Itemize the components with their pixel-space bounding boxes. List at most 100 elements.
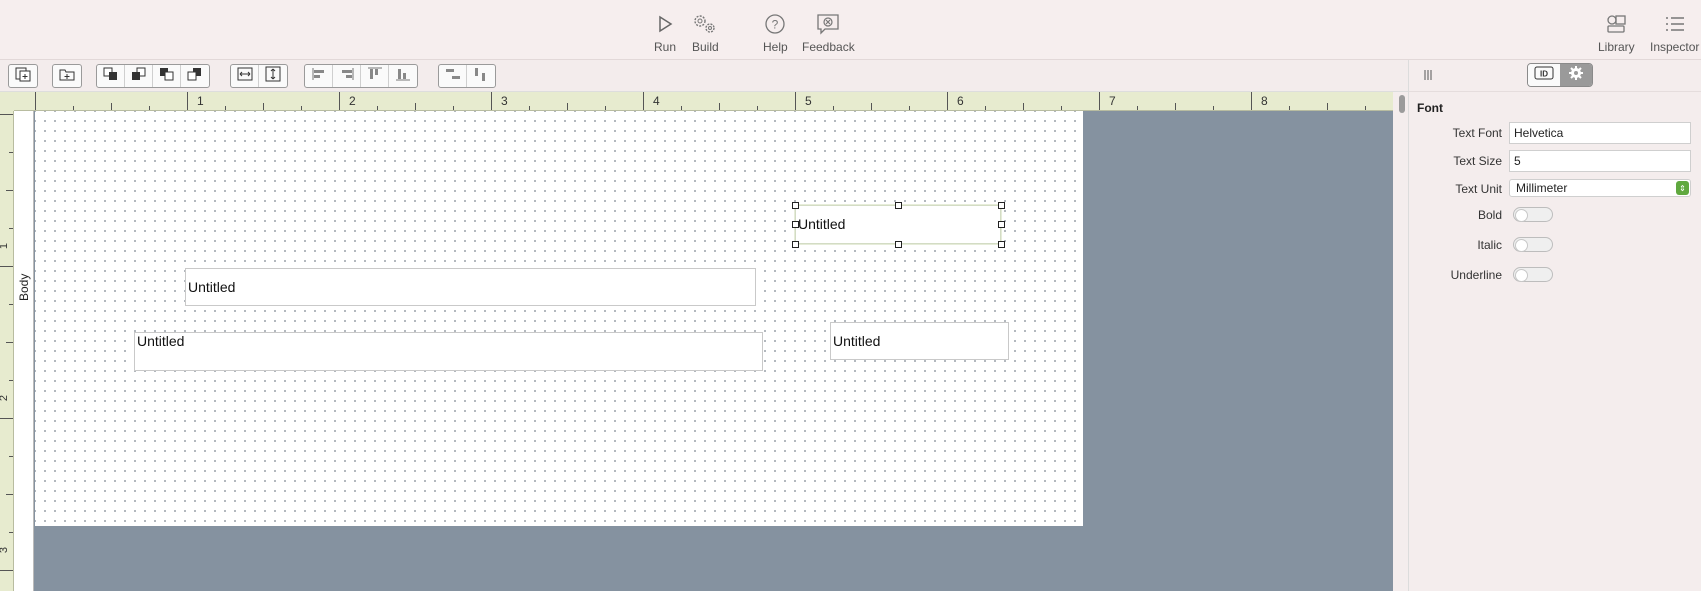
resize-handle[interactable] (792, 202, 799, 209)
ruler-tick (187, 92, 188, 110)
gear-icon (1568, 65, 1584, 86)
ruler-number: 5 (805, 94, 812, 108)
tab-identity[interactable]: ID (1528, 64, 1560, 86)
vertical-scrollbar[interactable] (1399, 95, 1405, 113)
text-size-field[interactable]: 5 (1509, 150, 1691, 172)
text-font-field[interactable]: Helvetica (1509, 122, 1691, 144)
italic-label: Italic (1477, 238, 1502, 252)
resize-handle[interactable] (792, 221, 799, 228)
inspector-header: ID (1409, 60, 1701, 92)
vertical-ruler: 1 2 3 (0, 111, 14, 591)
inspector-button[interactable]: Inspector (1650, 10, 1699, 54)
ruler-tick (947, 92, 948, 110)
send-backward-icon (158, 66, 176, 87)
ruler-tick (491, 92, 492, 110)
distribute-horizontal-icon (444, 66, 462, 87)
ruler-tick (111, 103, 112, 110)
chevron-updown-icon: ⇕ (1676, 181, 1689, 195)
ruler-tick (1023, 103, 1024, 110)
text-font-label: Text Font (1452, 126, 1502, 140)
bold-row: Bold (1409, 204, 1701, 226)
send-to-back-icon (186, 66, 204, 87)
new-layout-button[interactable] (9, 65, 37, 87)
library-button[interactable]: Library (1598, 10, 1635, 54)
main-toolbar: Run Build ? Help Feedback Library Inspec… (0, 0, 1701, 60)
align-bottom-button[interactable] (389, 65, 417, 87)
ruler-tick (377, 106, 378, 110)
ruler-tick (149, 106, 150, 110)
ruler-tick (9, 304, 13, 305)
underline-toggle[interactable] (1513, 267, 1553, 282)
resize-handle[interactable] (895, 241, 902, 248)
resize-handle[interactable] (792, 241, 799, 248)
new-folder-button[interactable] (53, 65, 81, 87)
font-section-title: Font (1417, 101, 1443, 115)
ruler-number: 1 (0, 243, 10, 249)
body-band[interactable]: Body (14, 111, 34, 591)
ruler-number: 3 (501, 94, 508, 108)
distribute-horizontal-button[interactable] (439, 65, 467, 87)
layout-canvas[interactable]: 1 2 3 4 5 6 7 8 1 2 3 Body Untitled Untitled Unti… (0, 92, 1393, 591)
underline-row: Underline (1409, 264, 1701, 286)
ruler-tick (757, 106, 758, 110)
build-button[interactable]: Build (692, 10, 719, 54)
svg-text:?: ? (772, 18, 779, 32)
distribute-group (438, 64, 496, 88)
text-unit-label: Text Unit (1455, 182, 1502, 196)
bring-forward-button[interactable] (125, 65, 153, 87)
align-bottom-icon (394, 66, 412, 87)
layout-page[interactable]: Untitled Untitled Untitled Untitled (35, 111, 1083, 526)
distribute-vertical-button[interactable] (467, 65, 495, 87)
text-unit-value: Millimeter (1516, 181, 1568, 195)
sidebar-toggle-icon[interactable] (1423, 68, 1435, 87)
inspector-panel: ID Font Text Font Helvetica Text Size 5 … (1408, 60, 1701, 591)
same-height-button[interactable] (259, 65, 287, 87)
align-top-button[interactable] (361, 65, 389, 87)
run-button[interactable]: Run (654, 10, 676, 54)
play-icon (656, 10, 674, 38)
distribute-vertical-icon (472, 66, 490, 87)
ruler-number: 7 (1109, 94, 1116, 108)
ruler-tick (1289, 106, 1290, 110)
text-field-label: Untitled (188, 279, 236, 295)
ruler-tick (9, 380, 13, 381)
italic-toggle[interactable] (1513, 237, 1553, 252)
text-field[interactable]: Untitled (185, 268, 756, 306)
resize-handle[interactable] (998, 202, 1005, 209)
ruler-tick (225, 106, 226, 110)
body-band-label: Body (17, 273, 31, 301)
resize-handle[interactable] (998, 221, 1005, 228)
align-left-button[interactable] (305, 65, 333, 87)
tab-attributes[interactable] (1560, 64, 1592, 86)
run-label: Run (654, 40, 677, 54)
inspector-tabs: ID (1527, 63, 1593, 87)
underline-label: Underline (1450, 268, 1502, 282)
ruler-tick (6, 494, 13, 495)
text-field-selected[interactable]: Untitled (795, 205, 1001, 244)
align-right-button[interactable] (333, 65, 361, 87)
help-button[interactable]: ? Help (763, 10, 788, 54)
ruler-tick (1327, 103, 1328, 110)
ruler-tick (985, 106, 986, 110)
resize-handle[interactable] (895, 202, 902, 209)
ruler-tick (871, 103, 872, 110)
ruler-number: 1 (197, 94, 204, 108)
feedback-button[interactable]: Feedback (802, 10, 855, 54)
bold-toggle[interactable] (1513, 207, 1553, 222)
text-unit-select[interactable]: Millimeter ⇕ (1509, 179, 1691, 197)
bring-to-front-button[interactable] (97, 65, 125, 87)
ruler-number: 2 (0, 395, 10, 401)
send-to-back-button[interactable] (181, 65, 209, 87)
text-size-row: Text Size 5 (1409, 150, 1701, 172)
ruler-tick (909, 106, 910, 110)
new-layout-icon (14, 66, 32, 87)
send-backward-button[interactable] (153, 65, 181, 87)
ruler-tick (1251, 92, 1252, 110)
layout-toolbar (0, 60, 1408, 92)
text-field[interactable]: Untitled (134, 332, 763, 371)
ruler-tick (35, 92, 36, 110)
ruler-tick (1099, 92, 1100, 110)
resize-handle[interactable] (998, 241, 1005, 248)
text-field[interactable]: Untitled (830, 322, 1009, 360)
same-width-button[interactable] (231, 65, 259, 87)
